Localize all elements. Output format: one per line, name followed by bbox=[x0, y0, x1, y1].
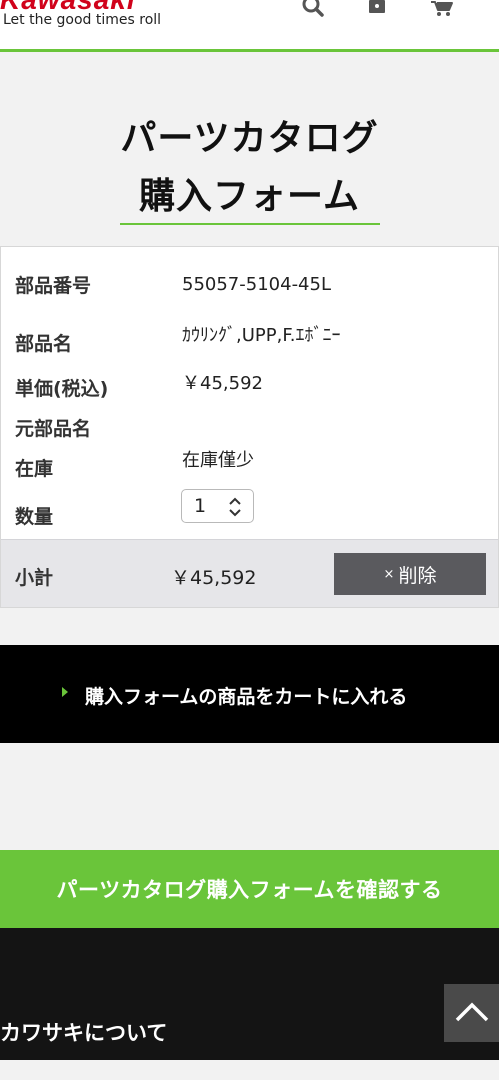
part-number-value: 55057-5104-45L bbox=[182, 274, 331, 295]
search-icon[interactable] bbox=[300, 0, 326, 18]
confirm-form-label: パーツカタログ購入フォームを確認する bbox=[56, 878, 443, 902]
subtotal-row: 小計 ￥45,592 × 削除 bbox=[1, 539, 498, 607]
add-to-cart-button[interactable]: 購入フォームの商品をカートに入れる bbox=[0, 645, 499, 743]
delete-button-label: 削除 bbox=[398, 564, 437, 587]
triangle-right-icon bbox=[62, 687, 68, 697]
confirm-form-button[interactable]: パーツカタログ購入フォームを確認する bbox=[0, 850, 499, 928]
site-header: Kawasaki Let the good times roll bbox=[0, 0, 499, 52]
unit-price-label: 単価(税込) bbox=[15, 378, 109, 400]
subtotal-value: ￥45,592 bbox=[171, 567, 257, 589]
item-card: 部品番号 55057-5104-45L 部品名 ｶｳﾘﾝｸﾞ,UPP,F.ｴﾎﾞ… bbox=[0, 246, 499, 608]
cart-icon[interactable] bbox=[430, 0, 456, 18]
quantity-value: 1 bbox=[194, 495, 207, 517]
close-icon: × bbox=[383, 566, 395, 582]
unit-price-value: ￥45,592 bbox=[182, 373, 263, 394]
stock-label: 在庫 bbox=[15, 458, 54, 480]
updown-chevron-icon bbox=[227, 496, 243, 518]
stock-value: 在庫僅少 bbox=[182, 450, 254, 471]
part-number-label: 部品番号 bbox=[15, 275, 92, 297]
quantity-label: 数量 bbox=[15, 506, 54, 528]
brand-tagline: Let the good times roll bbox=[3, 12, 162, 28]
page-title: パーツカタログ 購入フォーム bbox=[0, 110, 499, 226]
title-underline bbox=[120, 223, 380, 225]
quantity-select[interactable]: 1 bbox=[181, 489, 254, 523]
page-title-line2: 購入フォーム bbox=[139, 176, 360, 217]
original-part-name-label: 元部品名 bbox=[15, 418, 92, 440]
part-name-label: 部品名 bbox=[15, 333, 73, 355]
add-to-cart-label: 購入フォームの商品をカートに入れる bbox=[85, 686, 408, 708]
page-top-button[interactable] bbox=[444, 984, 499, 1042]
about-kawasaki-link[interactable]: カワサキについて bbox=[0, 1017, 167, 1047]
site-footer: カワサキについて bbox=[0, 928, 499, 1060]
page-title-line1: パーツカタログ bbox=[120, 118, 379, 159]
part-name-value: ｶｳﾘﾝｸﾞ,UPP,F.ｴﾎﾞﾆｰ bbox=[182, 325, 341, 346]
chevron-up-icon bbox=[453, 998, 491, 1030]
subtotal-label: 小計 bbox=[15, 567, 54, 589]
delete-button[interactable]: × 削除 bbox=[334, 553, 486, 595]
bottom-strip bbox=[0, 1060, 499, 1080]
lock-icon[interactable] bbox=[365, 0, 391, 18]
